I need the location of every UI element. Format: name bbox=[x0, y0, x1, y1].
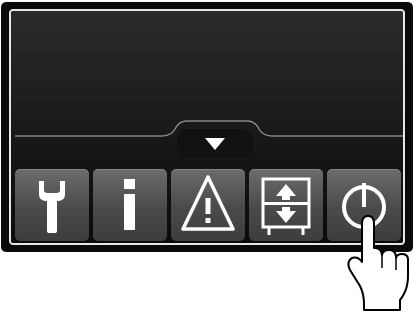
info-button[interactable] bbox=[93, 169, 167, 241]
touch-screen bbox=[9, 9, 405, 245]
warning-button[interactable] bbox=[171, 169, 245, 241]
device-illustration bbox=[0, 0, 414, 313]
display-area bbox=[11, 11, 403, 161]
transfer-button[interactable] bbox=[249, 169, 323, 241]
warning-triangle-icon bbox=[181, 175, 235, 231]
chevron-down-icon bbox=[177, 129, 253, 157]
wrench-icon bbox=[39, 181, 65, 233]
pointing-hand-icon bbox=[347, 215, 409, 311]
up-down-transfer-icon bbox=[261, 177, 311, 235]
service-button[interactable] bbox=[15, 169, 89, 241]
expand-panel-button[interactable] bbox=[177, 129, 253, 157]
info-icon bbox=[124, 179, 135, 230]
